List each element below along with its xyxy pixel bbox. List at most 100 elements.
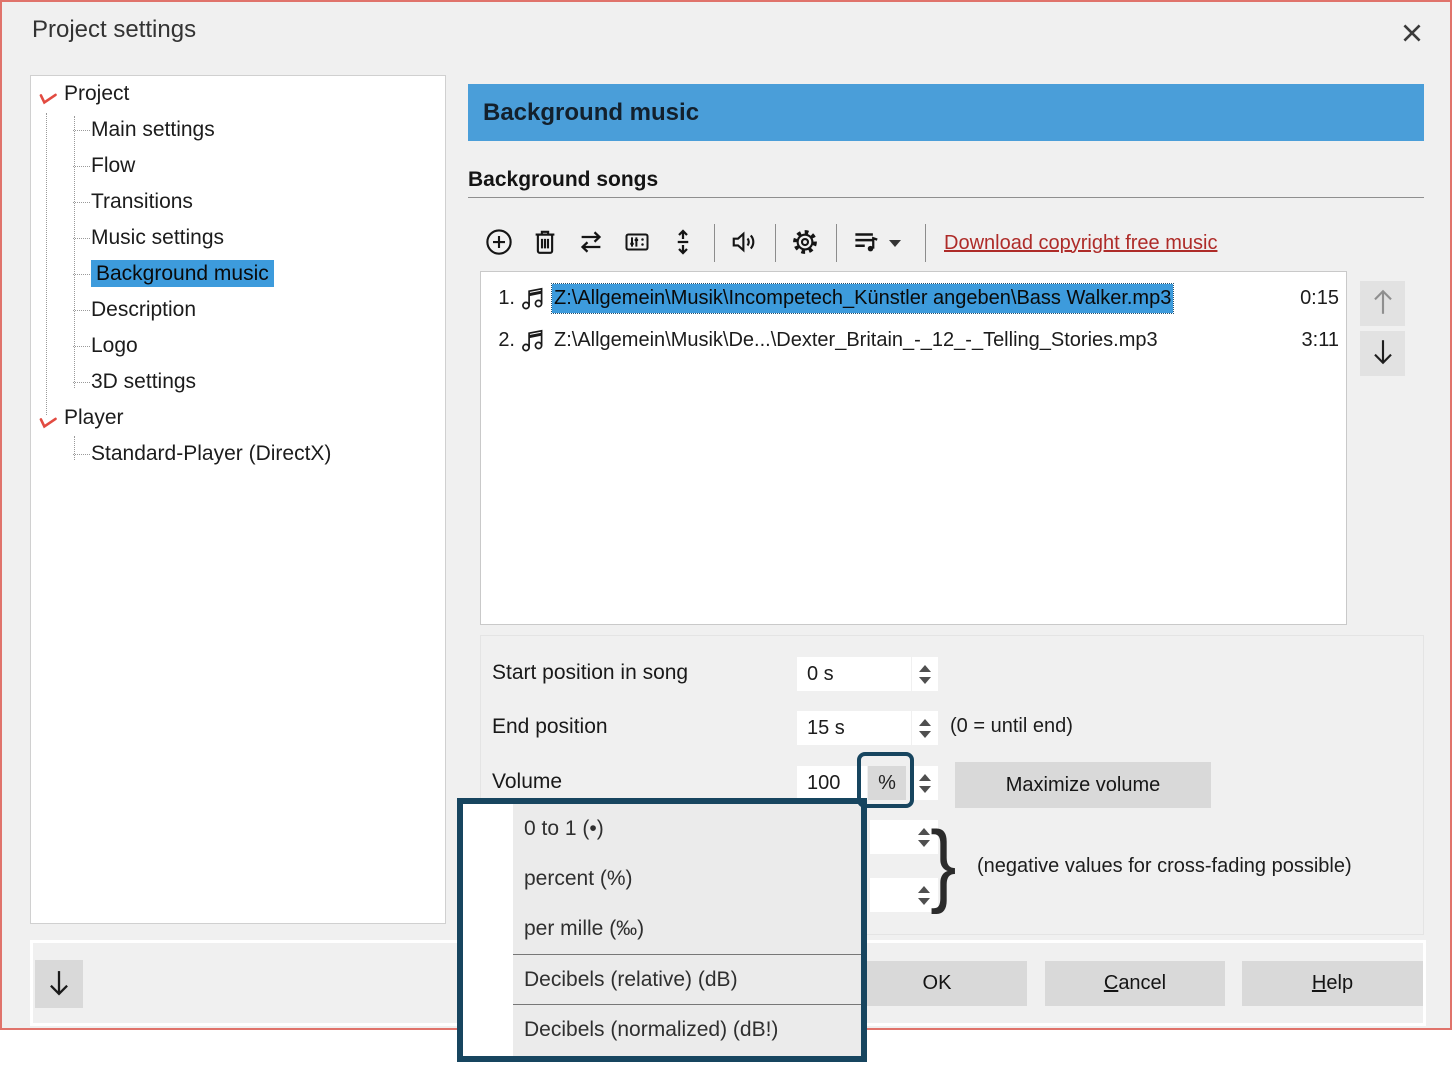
close-icon[interactable] bbox=[1396, 18, 1428, 50]
cancel-button-label: Cancel bbox=[1045, 972, 1225, 995]
volume-input[interactable]: 100 bbox=[797, 766, 867, 800]
spinner-up-icon[interactable] bbox=[919, 719, 931, 726]
tree-item-flow[interactable]: Flow bbox=[31, 148, 445, 184]
end-position-label: End position bbox=[492, 715, 608, 739]
tree-item-label: Logo bbox=[91, 334, 138, 357]
download-music-link[interactable]: Download copyright free music bbox=[944, 232, 1217, 255]
menu-item-decibels-normalized[interactable]: Decibels (normalized) (dB!) bbox=[513, 1005, 861, 1054]
help-button-label: Help bbox=[1242, 972, 1423, 995]
volume-label: Volume bbox=[492, 770, 562, 794]
music-note-icon bbox=[515, 284, 549, 312]
tree-item-player[interactable]: Player bbox=[31, 400, 445, 436]
add-icon bbox=[484, 227, 514, 260]
toolbar-separator bbox=[775, 224, 776, 262]
music-settings-button[interactable] bbox=[788, 223, 822, 263]
settings-icon bbox=[790, 227, 820, 260]
maximize-volume-button[interactable]: Maximize volume bbox=[955, 762, 1211, 808]
tree-item-label: Project bbox=[64, 82, 129, 105]
volume-tool-button[interactable] bbox=[727, 223, 761, 263]
volume-stepper[interactable] bbox=[912, 766, 938, 800]
screen: Project settings Project Main settings F… bbox=[0, 0, 1452, 1065]
dialog-title: Project settings bbox=[32, 16, 196, 44]
add-song-button[interactable] bbox=[482, 223, 516, 263]
end-position-input[interactable]: 15 s bbox=[797, 711, 911, 745]
move-song-up-button[interactable] bbox=[1360, 281, 1405, 326]
tree-item-main-settings[interactable]: Main settings bbox=[31, 112, 445, 148]
song-list[interactable]: 1. Z:\Allgemein\Musik\Incompetech_Künstl… bbox=[480, 271, 1347, 625]
replace-song-button[interactable] bbox=[574, 223, 608, 263]
playlist-icon bbox=[851, 227, 881, 260]
volume-icon bbox=[729, 227, 759, 260]
fade-in-input[interactable] bbox=[870, 820, 938, 854]
songs-toolbar: Download copyright free music bbox=[482, 220, 1217, 266]
toolbar-separator bbox=[836, 224, 837, 262]
tree-item-3d-settings[interactable]: 3D settings bbox=[31, 364, 445, 400]
delete-song-button[interactable] bbox=[528, 223, 562, 263]
tree-item-label: Standard-Player (DirectX) bbox=[91, 442, 331, 465]
playlist-dropdown-button[interactable] bbox=[895, 223, 911, 263]
spinner-down-icon[interactable] bbox=[918, 840, 930, 847]
tree-item-music-settings[interactable]: Music settings bbox=[31, 220, 445, 256]
fade-in-stepper[interactable] bbox=[918, 820, 930, 854]
spinner-up-icon[interactable] bbox=[919, 665, 931, 672]
tree-item-description[interactable]: Description bbox=[31, 292, 445, 328]
spinner-down-icon[interactable] bbox=[918, 898, 930, 905]
spinner-down-icon[interactable] bbox=[919, 677, 931, 684]
start-position-input[interactable]: 0 s bbox=[797, 657, 911, 691]
settings-tree: Project Main settings Flow Transitions M… bbox=[30, 75, 446, 924]
tree-item-label: Player bbox=[64, 406, 124, 429]
playlist-button[interactable] bbox=[849, 223, 883, 263]
fade-out-input[interactable] bbox=[870, 878, 938, 912]
tree-item-label-selected: Background music bbox=[91, 260, 274, 287]
move-song-down-button[interactable] bbox=[1360, 331, 1405, 376]
song-path: Z:\Allgemein\Musik\Incompetech_Künstler … bbox=[552, 284, 1173, 313]
expanded-marker-icon bbox=[37, 85, 57, 103]
equalizer-button[interactable] bbox=[620, 223, 654, 263]
song-row[interactable]: 1. Z:\Allgemein\Musik\Incompetech_Künstl… bbox=[481, 277, 1346, 319]
menu-item-percent[interactable]: percent (%) bbox=[513, 854, 861, 904]
tree-item-label: Description bbox=[91, 298, 196, 321]
end-position-note: (0 = until end) bbox=[950, 715, 1073, 738]
collapse-dialog-button[interactable] bbox=[35, 960, 83, 1008]
volume-unit-menu: 0 to 1 (•) percent (%) per mille (‰) Dec… bbox=[457, 798, 867, 1062]
menu-item-per-mille[interactable]: per mille (‰) bbox=[513, 904, 861, 954]
tree-item-transitions[interactable]: Transitions bbox=[31, 184, 445, 220]
toolbar-separator bbox=[714, 224, 715, 262]
spinner-down-icon[interactable] bbox=[919, 731, 931, 738]
tree-item-project[interactable]: Project bbox=[31, 76, 445, 112]
tree-item-label: Transitions bbox=[91, 190, 193, 213]
spinner-up-icon[interactable] bbox=[918, 828, 930, 835]
tree-item-label: Main settings bbox=[91, 118, 215, 141]
spinner-up-icon[interactable] bbox=[918, 886, 930, 893]
spinner-up-icon[interactable] bbox=[919, 774, 931, 781]
expanded-marker-icon bbox=[37, 409, 57, 427]
help-button[interactable]: Help bbox=[1242, 961, 1423, 1006]
spinner-down-icon[interactable] bbox=[919, 786, 931, 793]
arrow-up-icon bbox=[1370, 287, 1396, 320]
tree-item-logo[interactable]: Logo bbox=[31, 328, 445, 364]
fade-out-stepper[interactable] bbox=[918, 878, 930, 912]
equalizer-icon bbox=[622, 227, 652, 260]
section-divider bbox=[468, 197, 1424, 198]
menu-item-decibels-relative[interactable]: Decibels (relative) (dB) bbox=[513, 955, 861, 1004]
music-note-icon bbox=[515, 326, 549, 354]
volume-unit-button[interactable]: % bbox=[868, 766, 906, 800]
arrow-down-icon bbox=[46, 967, 72, 1002]
song-row[interactable]: 2. Z:\Allgemein\Musik\De...\Dexter_Brita… bbox=[481, 319, 1346, 361]
reorder-button[interactable] bbox=[666, 223, 700, 263]
cancel-button[interactable]: Cancel bbox=[1045, 961, 1225, 1006]
song-path: Z:\Allgemein\Musik\De...\Dexter_Britain_… bbox=[552, 326, 1160, 355]
ok-button[interactable]: OK bbox=[847, 961, 1027, 1006]
tree-item-background-music[interactable]: Background music bbox=[31, 256, 445, 292]
tree-item-label: Music settings bbox=[91, 226, 224, 249]
end-position-stepper[interactable] bbox=[912, 711, 938, 745]
tree-item-standard-player[interactable]: Standard-Player (DirectX) bbox=[31, 436, 445, 472]
arrow-down-icon bbox=[1370, 337, 1396, 370]
ok-button-label: OK bbox=[847, 972, 1027, 995]
song-duration: 3:11 bbox=[1302, 329, 1346, 352]
start-position-stepper[interactable] bbox=[912, 657, 938, 691]
menu-item-0-to-1[interactable]: 0 to 1 (•) bbox=[513, 804, 861, 854]
delete-icon bbox=[530, 227, 560, 260]
tree-item-label: 3D settings bbox=[91, 370, 196, 393]
menu-icon-gutter bbox=[463, 804, 513, 1056]
